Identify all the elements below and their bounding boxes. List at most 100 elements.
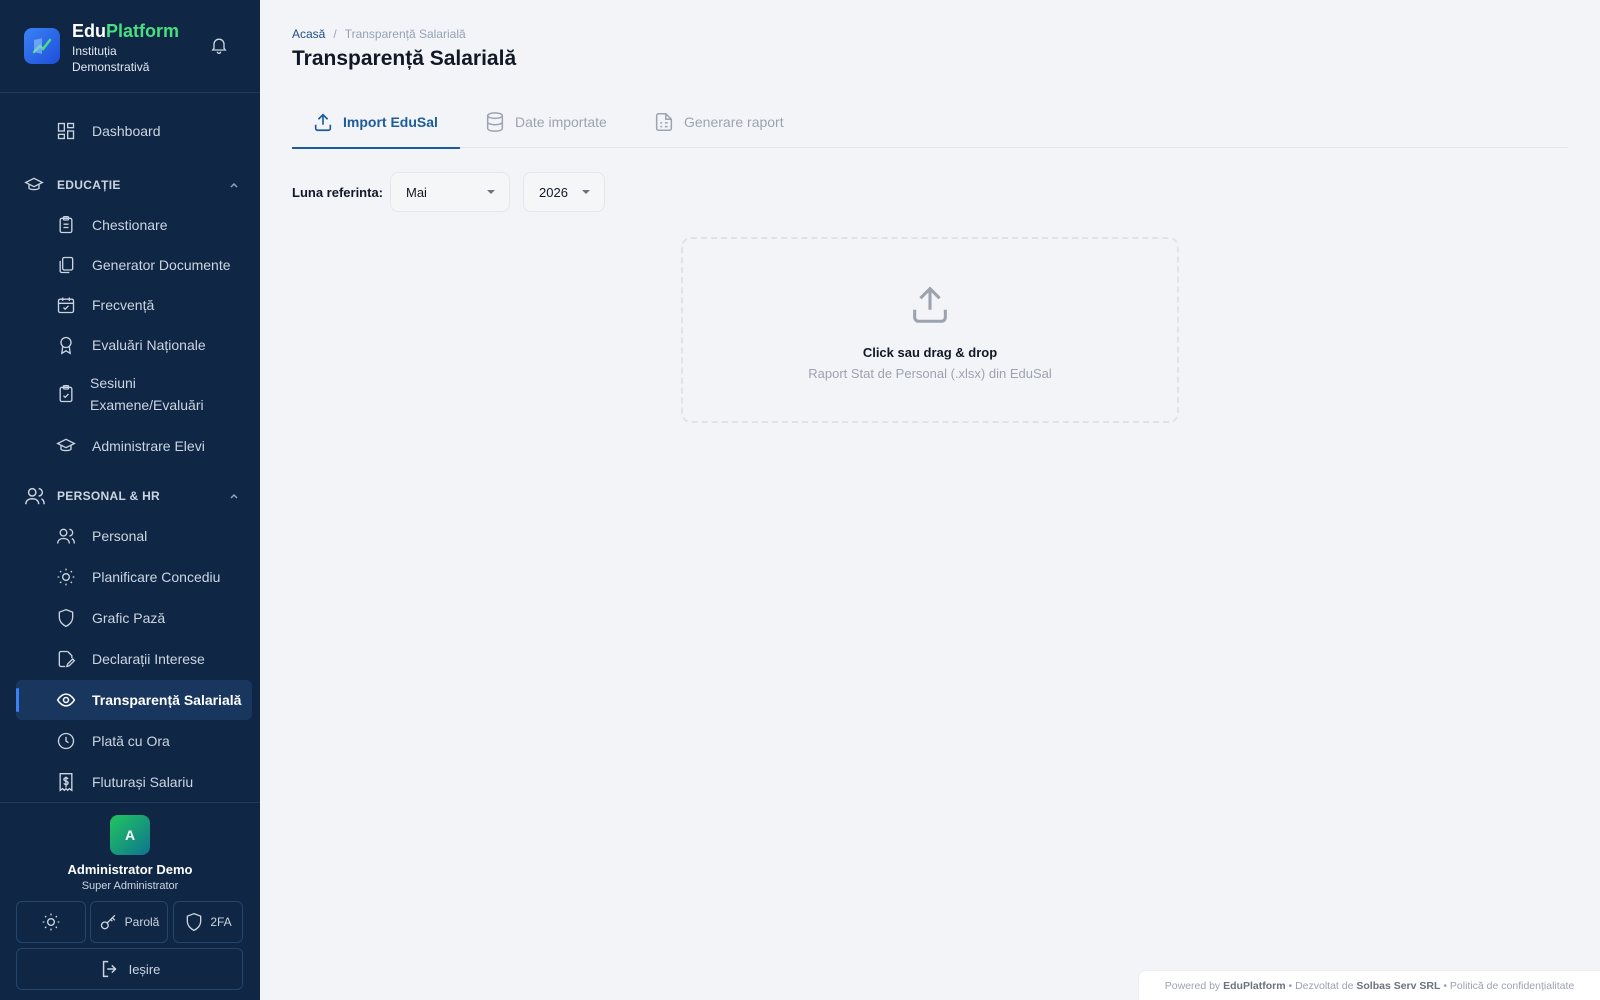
footer-privacy-link[interactable]: Politică de confidențialitate: [1450, 980, 1574, 992]
month-select-value: Mai: [406, 184, 427, 200]
brand-header: EduPlatform Instituția Demonstrativă: [0, 0, 260, 93]
year-select-value: 2026: [539, 184, 568, 200]
sidebar-item-evaluari-nationale[interactable]: Evaluări Naționale: [16, 325, 252, 365]
user-role: Super Administrator: [81, 880, 179, 892]
sidebar-item-label: Grafic Pază: [92, 610, 166, 626]
section-label: PERSONAL & HR: [57, 489, 161, 503]
sidebar-item-administrare-elevi[interactable]: Administrare Elevi: [16, 426, 252, 466]
page-title: Transparență Salarială: [292, 47, 517, 70]
chevron-up-icon[interactable]: [228, 179, 240, 191]
brand-name: EduPlatform: [72, 21, 180, 41]
sidebar-item-label: Evaluări Naționale: [92, 337, 206, 353]
theme-toggle-button[interactable]: [16, 901, 86, 943]
bell-icon[interactable]: [209, 35, 229, 55]
caret-down-icon: [582, 190, 590, 194]
sidebar-item-grafic-paza[interactable]: Grafic Pază: [16, 598, 252, 638]
sidebar-item-transparenta-salariala[interactable]: Transparență Salarială: [16, 680, 252, 720]
eduplatform-logo-icon[interactable]: [24, 28, 60, 64]
graduation-cap-icon: [24, 177, 44, 191]
logout-icon: [102, 960, 117, 978]
footer-separator: •: [1443, 979, 1447, 992]
footer-brand-link[interactable]: EduPlatform: [1223, 980, 1285, 992]
twofa-label: 2FA: [210, 915, 232, 929]
password-label: Parolă: [124, 915, 160, 929]
sidebar-item-label: Sesiuni Examene/Evaluări: [90, 375, 204, 413]
award-ribbon-icon: [60, 336, 72, 355]
sidebar-item-dashboard[interactable]: Dashboard: [16, 111, 252, 151]
sidebar-item-label: Chestionare: [92, 217, 168, 233]
clock-icon: [57, 732, 75, 750]
sun-icon: [57, 568, 75, 586]
breadcrumb-separator: /: [333, 27, 337, 41]
breadcrumb: Acasă / Transparență Salarială: [292, 27, 466, 41]
shield-icon: [186, 912, 202, 932]
dashboard-icon: [57, 122, 75, 140]
sidebar-item-plata-cu-ora[interactable]: Plată cu Ora: [16, 721, 252, 761]
receipt-dollar-icon: [59, 773, 73, 792]
avatar[interactable]: A: [110, 815, 150, 855]
user-panel: A Administrator Demo Super Administrator…: [0, 802, 260, 1000]
sidebar-item-generator-documente[interactable]: Generator Documente: [16, 245, 252, 285]
users-icon: [57, 528, 75, 544]
report-document-icon: [655, 112, 673, 131]
upload-icon: [314, 112, 332, 131]
sidebar-item-label: Transparență Salarială: [92, 692, 242, 708]
upload-icon: [913, 286, 947, 323]
document-edit-icon: [58, 650, 76, 668]
sidebar-item-sesiuni-examene[interactable]: Sesiuni Examene/Evaluări: [16, 370, 252, 418]
sidebar-item-label: Personal: [92, 528, 148, 544]
sidebar-item-label: Frecvență: [92, 297, 155, 313]
user-name: Administrator Demo: [67, 862, 193, 877]
reference-month-label: Luna referinta:: [292, 185, 384, 200]
shield-icon: [58, 608, 74, 628]
sidebar-item-label: Dashboard: [92, 123, 161, 139]
breadcrumb-home-link[interactable]: Acasă: [292, 27, 325, 41]
sidebar-item-label: Generator Documente: [92, 257, 231, 273]
footer-company-link[interactable]: Solbas Serv SRL: [1356, 980, 1440, 992]
sidebar-item-label: Planificare Concediu: [92, 569, 221, 585]
tab-label: Generare raport: [684, 113, 784, 130]
dropzone-title: Click sau drag & drop: [862, 345, 998, 360]
tab-import-edusal[interactable]: Import EduSal: [292, 96, 460, 149]
sidebar-item-label: Administrare Elevi: [92, 438, 205, 454]
chevron-up-icon[interactable]: [228, 490, 240, 502]
month-select[interactable]: Mai: [390, 172, 510, 212]
sidebar-item-fluturasi-salariu[interactable]: Fluturași Salariu: [16, 762, 252, 802]
footer: Powered by EduPlatform • Dezvoltat de So…: [1138, 970, 1600, 1000]
tab-label: Import EduSal: [343, 113, 438, 130]
footer-developed-by: Dezvoltat de: [1295, 979, 1354, 992]
sidebar-item-personal[interactable]: Personal: [16, 516, 252, 556]
breadcrumb-current: Transparență Salarială: [344, 27, 466, 41]
clipboard-list-icon: [59, 216, 73, 234]
sun-icon: [42, 913, 60, 931]
documents-copy-icon: [59, 256, 74, 274]
logout-button[interactable]: Ieșire: [16, 948, 243, 990]
tab-bar: Import EduSal Date importate Generare ra…: [292, 96, 1568, 149]
footer-separator: •: [1288, 979, 1293, 992]
logout-label: Ieșire: [128, 961, 161, 977]
tab-label: Date importate: [515, 113, 607, 130]
footer-powered: Powered by: [1164, 979, 1221, 992]
clipboard-check-icon: [59, 385, 73, 403]
tab-generare-raport[interactable]: Generare raport: [653, 96, 784, 147]
sidebar-item-declaratii-interese[interactable]: Declarații Interese: [16, 639, 252, 679]
sidebar-item-label: Declarații Interese: [92, 651, 205, 667]
twofa-button[interactable]: 2FA: [173, 901, 243, 943]
change-password-button[interactable]: Parolă: [90, 901, 168, 943]
sidebar-item-frecventa[interactable]: Frecvență: [16, 285, 252, 325]
database-icon: [486, 111, 504, 132]
graduation-cap-icon: [56, 438, 76, 452]
caret-down-icon: [487, 190, 495, 194]
file-dropzone[interactable]: Click sau drag & drop Raport Stat de Per…: [681, 237, 1179, 423]
key-icon: [100, 914, 115, 930]
sidebar-item-label: Plată cu Ora: [92, 733, 170, 749]
tab-date-importate[interactable]: Date importate: [484, 96, 607, 147]
sidebar-item-chestionare[interactable]: Chestionare: [16, 205, 252, 245]
dropzone-subtitle: Raport Stat de Personal (.xlsx) din EduS…: [808, 366, 1052, 381]
year-select[interactable]: 2026: [523, 172, 605, 212]
section-personal-hr[interactable]: PERSONAL & HR: [16, 480, 252, 512]
calendar-check-icon: [57, 297, 75, 314]
sidebar-item-planificare-concediu[interactable]: Planificare Concediu: [16, 557, 252, 597]
sidebar-item-label: Fluturași Salariu: [92, 774, 194, 790]
section-education[interactable]: EDUCAȚIE: [16, 169, 252, 201]
